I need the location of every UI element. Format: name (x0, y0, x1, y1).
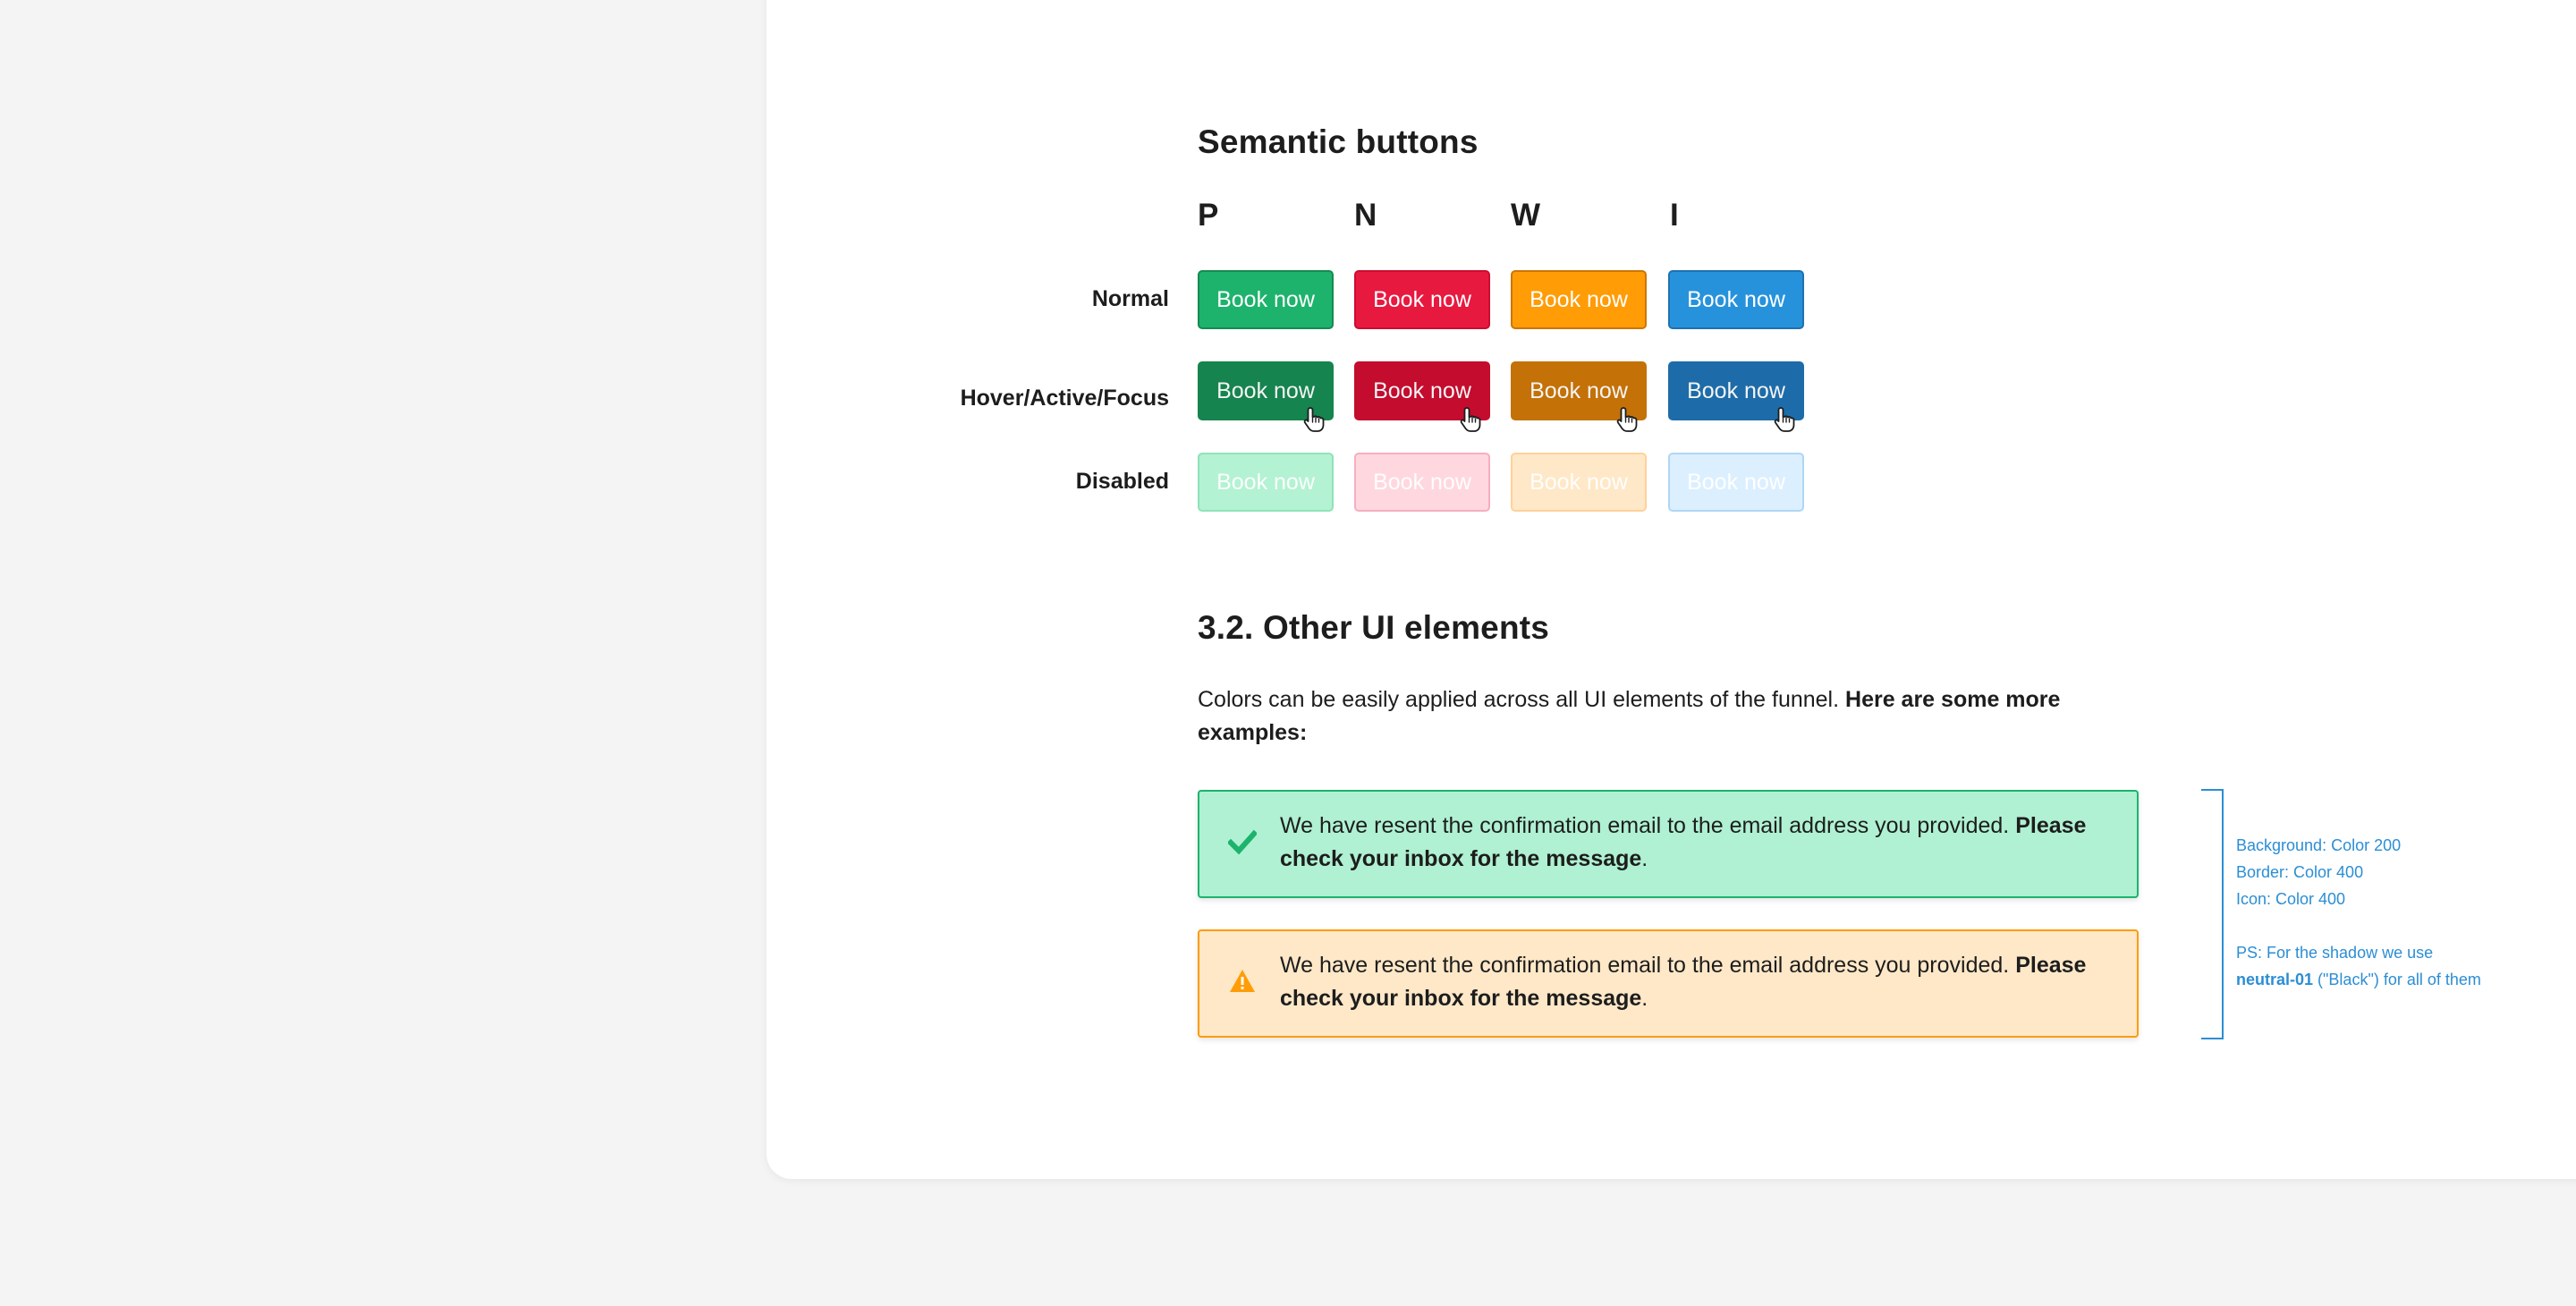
column-header-n: N (1354, 198, 1377, 233)
section-title-other-ui: 3.2. Other UI elements (1198, 609, 1550, 646)
annotation-ps-end: ("Black") for all of them (2318, 971, 2481, 988)
warning-alert: We have resent the confirmation email to… (1198, 929, 2139, 1038)
hand-pointer-icon (1773, 406, 1796, 433)
checkmark-icon (1228, 829, 1257, 855)
section-title-semantic-buttons: Semantic buttons (1198, 123, 1479, 160)
alert-message: We have resent the confirmation email to… (1280, 810, 2112, 876)
alert-text-end: . (1641, 986, 1648, 1011)
book-now-button-p-disabled: Book now (1198, 453, 1334, 512)
annotation-ps: PS: For the shadow we use (2236, 944, 2434, 962)
alert-text-end: . (1641, 846, 1648, 871)
annotation-ps-line2: neutral-01 ("Black") for all of them (2236, 966, 2481, 993)
annotation-icon: Icon: Color 400 (2236, 890, 2346, 908)
book-now-button-w-normal[interactable]: Book now (1511, 270, 1647, 329)
row-label-hover: Hover/Active/Focus (960, 386, 1169, 411)
warning-icon (1230, 970, 1255, 992)
hand-pointer-icon (1302, 406, 1326, 433)
success-alert: We have resent the confirmation email to… (1198, 790, 2139, 898)
alert-message: We have resent the confirmation email to… (1280, 949, 2112, 1015)
alert-text: We have resent the confirmation email to… (1280, 813, 2010, 838)
alert-text: We have resent the confirmation email to… (1280, 953, 2010, 978)
hand-pointer-icon (1459, 406, 1482, 433)
intro-text: Colors can be easily applied across all … (1198, 687, 1840, 712)
row-label-disabled: Disabled (1075, 469, 1169, 494)
column-header-w: W (1511, 198, 1541, 233)
book-now-button-i-disabled: Book now (1668, 453, 1804, 512)
book-now-button-w-disabled: Book now (1511, 453, 1647, 512)
intro-paragraph: Colors can be easily applied across all … (1198, 683, 2164, 750)
row-label-normal: Normal (1091, 286, 1169, 311)
annotation-border: Border: Color 400 (2236, 863, 2364, 881)
column-header-p: P (1198, 198, 1219, 233)
book-now-button-n-normal[interactable]: Book now (1354, 270, 1490, 329)
book-now-button-n-disabled: Book now (1354, 453, 1490, 512)
annotation-bracket (2201, 789, 2224, 1039)
hand-pointer-icon (1615, 406, 1639, 433)
annotation-background: Background: Color 200 (2236, 836, 2402, 854)
annotation-ps-bold: neutral-01 (2236, 971, 2314, 988)
book-now-button-p-normal[interactable]: Book now (1198, 270, 1334, 329)
annotation-note: Background: Color 200 Border: Color 400 … (2236, 832, 2481, 993)
column-header-i: I (1670, 198, 1679, 233)
book-now-button-i-normal[interactable]: Book now (1668, 270, 1804, 329)
